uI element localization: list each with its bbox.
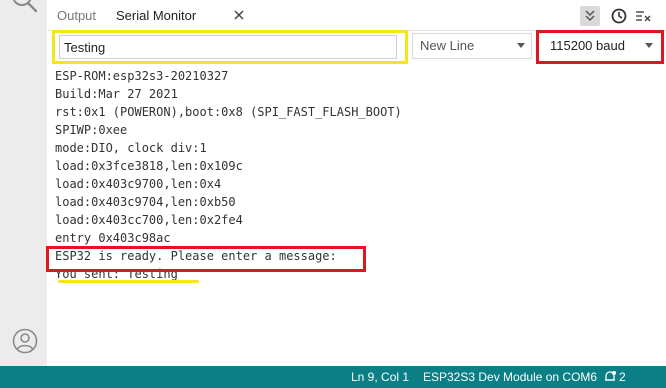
account-icon[interactable] xyxy=(12,328,38,354)
line-ending-select[interactable]: New Line xyxy=(412,33,532,59)
message-input-highlight xyxy=(52,30,408,64)
baud-rate-highlight: 115200 baud xyxy=(536,30,664,64)
status-bar: Ln 9, Col 1 ESP32S3 Dev Module on COM6 2 xyxy=(0,366,666,388)
arduino-ide-window: Output Serial Monitor New Line xyxy=(0,0,666,388)
chevron-down-icon xyxy=(517,43,525,48)
cursor-position[interactable]: Ln 9, Col 1 xyxy=(351,366,409,388)
output-line: ESP-ROM:esp32s3-20210327 xyxy=(55,69,229,83)
output-line: SPIWP:0xee xyxy=(55,123,128,137)
output-line: mode:DIO, clock div:1 xyxy=(55,141,207,155)
output-line: load:0x403c9700,len:0x4 xyxy=(55,177,222,191)
baud-rate-select[interactable]: 115200 baud xyxy=(543,34,659,60)
output-line: load:0x403c9704,len:0xb50 xyxy=(55,195,236,209)
board-port-status[interactable]: ESP32S3 Dev Module on COM6 xyxy=(423,366,597,388)
clock-icon[interactable] xyxy=(609,6,629,26)
chevron-down-icon xyxy=(645,43,653,48)
message-input[interactable] xyxy=(59,35,397,59)
chevron-double-down-icon[interactable] xyxy=(580,6,600,26)
output-line: load:0x3fce3818,len:0x109c xyxy=(55,159,243,173)
tab-output[interactable]: Output xyxy=(57,0,96,30)
output-line: entry 0x403c98ac xyxy=(55,231,171,245)
output-line: rst:0x1 (POWERON),boot:0x8 (SPI_FAST_FLA… xyxy=(55,105,402,119)
search-icon[interactable] xyxy=(6,0,40,16)
bell-icon xyxy=(605,371,616,381)
output-line: load:0x403cc700,len:0x2fe4 xyxy=(55,213,243,227)
close-icon[interactable] xyxy=(232,8,246,22)
tab-serial-monitor[interactable]: Serial Monitor xyxy=(116,0,196,30)
you-sent-underline xyxy=(58,280,199,283)
output-line: Build:Mar 27 2021 xyxy=(55,87,178,101)
clear-output-icon[interactable] xyxy=(633,6,653,26)
baud-rate-value: 115200 baud xyxy=(550,38,625,53)
activity-bar xyxy=(0,0,47,366)
line-ending-value: New Line xyxy=(420,38,475,53)
serial-output[interactable]: ESP-ROM:esp32s3-20210327 Build:Mar 27 20… xyxy=(48,64,666,366)
panel-tab-bar: Output Serial Monitor xyxy=(48,0,666,31)
notifications-status[interactable]: 2 xyxy=(603,366,626,388)
notifications-count: 2 xyxy=(619,370,626,384)
ready-message-highlight xyxy=(46,246,366,272)
